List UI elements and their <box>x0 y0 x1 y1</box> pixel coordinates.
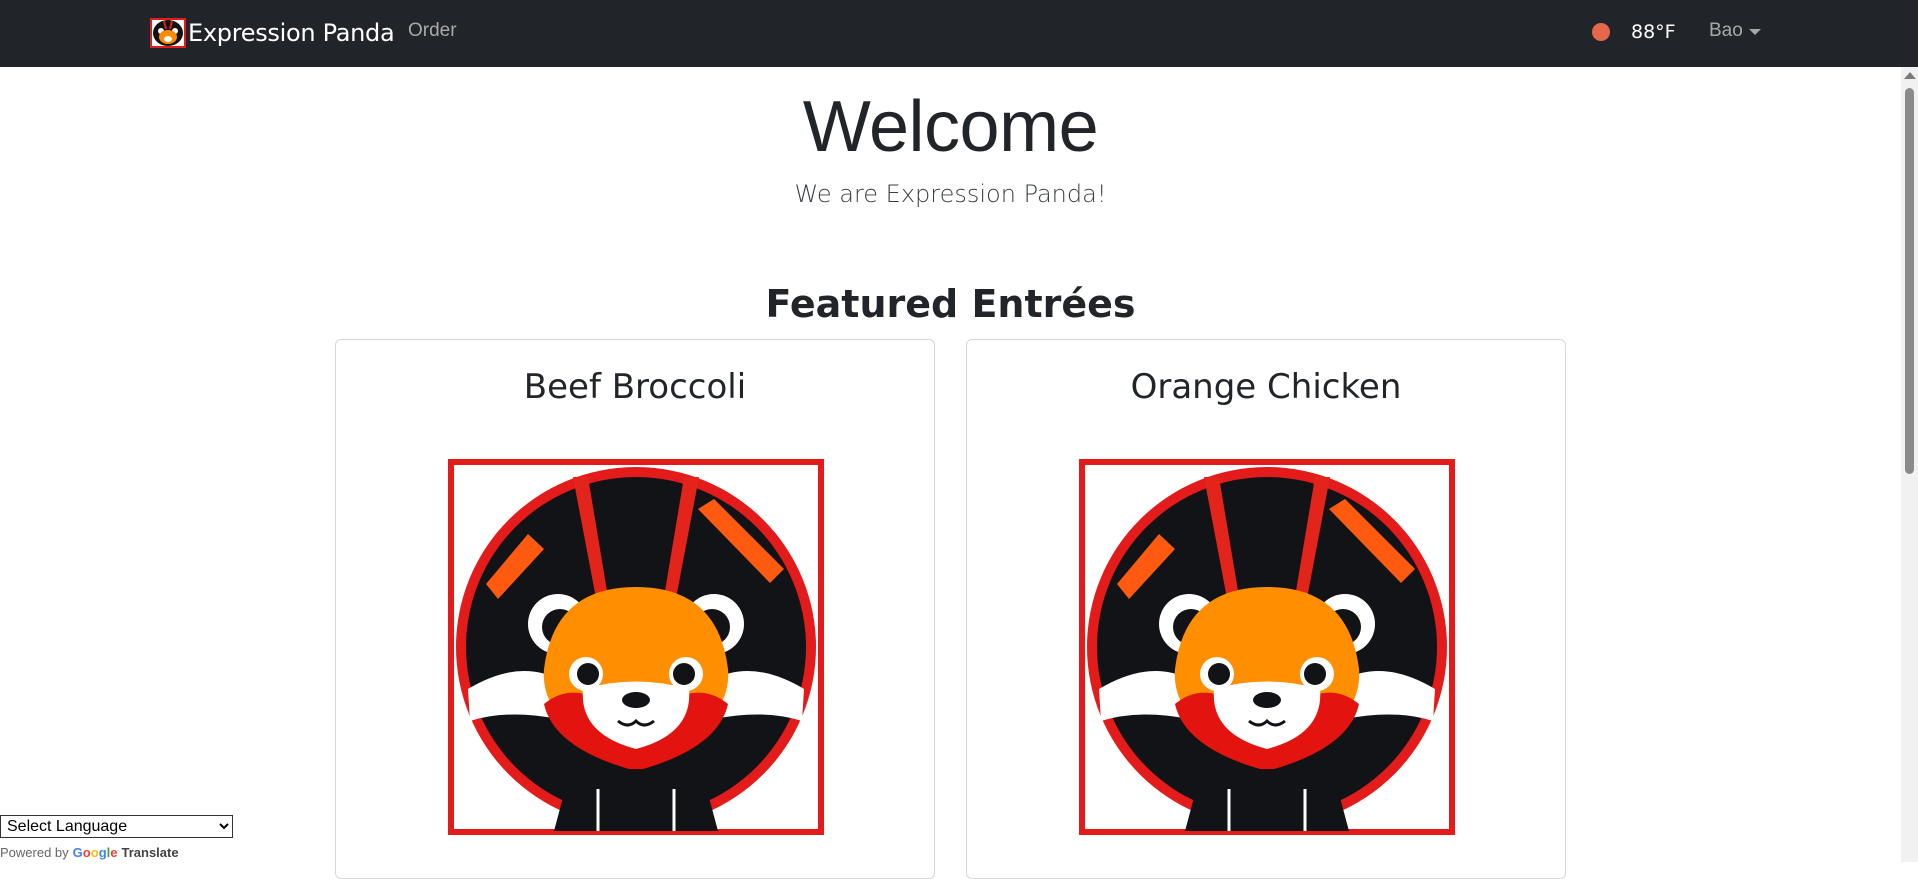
featured-card-orange-chicken: Orange Chicken <box>966 339 1566 879</box>
brand-link[interactable]: Expression Panda <box>150 14 395 52</box>
language-select[interactable]: Select Language <box>0 815 233 838</box>
top-navbar: Expression Panda Order 88°F Bao <box>0 0 1918 67</box>
google-translate-attribution: Powered by Google Translate <box>0 845 179 860</box>
red-panda-logo-icon <box>1079 459 1455 835</box>
weather-temperature: 88°F <box>1631 21 1676 43</box>
caret-down-icon <box>1748 29 1761 35</box>
translate-link[interactable]: Translate <box>122 845 179 860</box>
weather-indicator-icon <box>1592 23 1610 41</box>
google-logo-text[interactable]: Google <box>73 845 118 860</box>
scrollbar-thumb[interactable] <box>1905 88 1914 474</box>
red-panda-logo-icon <box>150 18 186 48</box>
page-title: Welcome <box>802 87 1099 167</box>
nav-link-order[interactable]: Order <box>408 20 457 42</box>
brand-name: Expression Panda <box>188 19 395 47</box>
page-subtitle: We are Expression Panda! <box>794 180 1107 208</box>
scroll-up-arrow-icon[interactable] <box>1904 72 1916 79</box>
red-panda-logo-icon <box>448 459 824 835</box>
card-title: Orange Chicken <box>1130 367 1402 407</box>
featured-card-beef-broccoli: Beef Broccoli <box>335 339 935 879</box>
user-menu-dropdown[interactable]: Bao <box>1709 20 1761 42</box>
user-name: Bao <box>1709 20 1743 41</box>
featured-heading: Featured Entrées <box>765 282 1136 326</box>
card-title: Beef Broccoli <box>523 367 747 407</box>
powered-by-text: Powered by <box>0 845 69 860</box>
